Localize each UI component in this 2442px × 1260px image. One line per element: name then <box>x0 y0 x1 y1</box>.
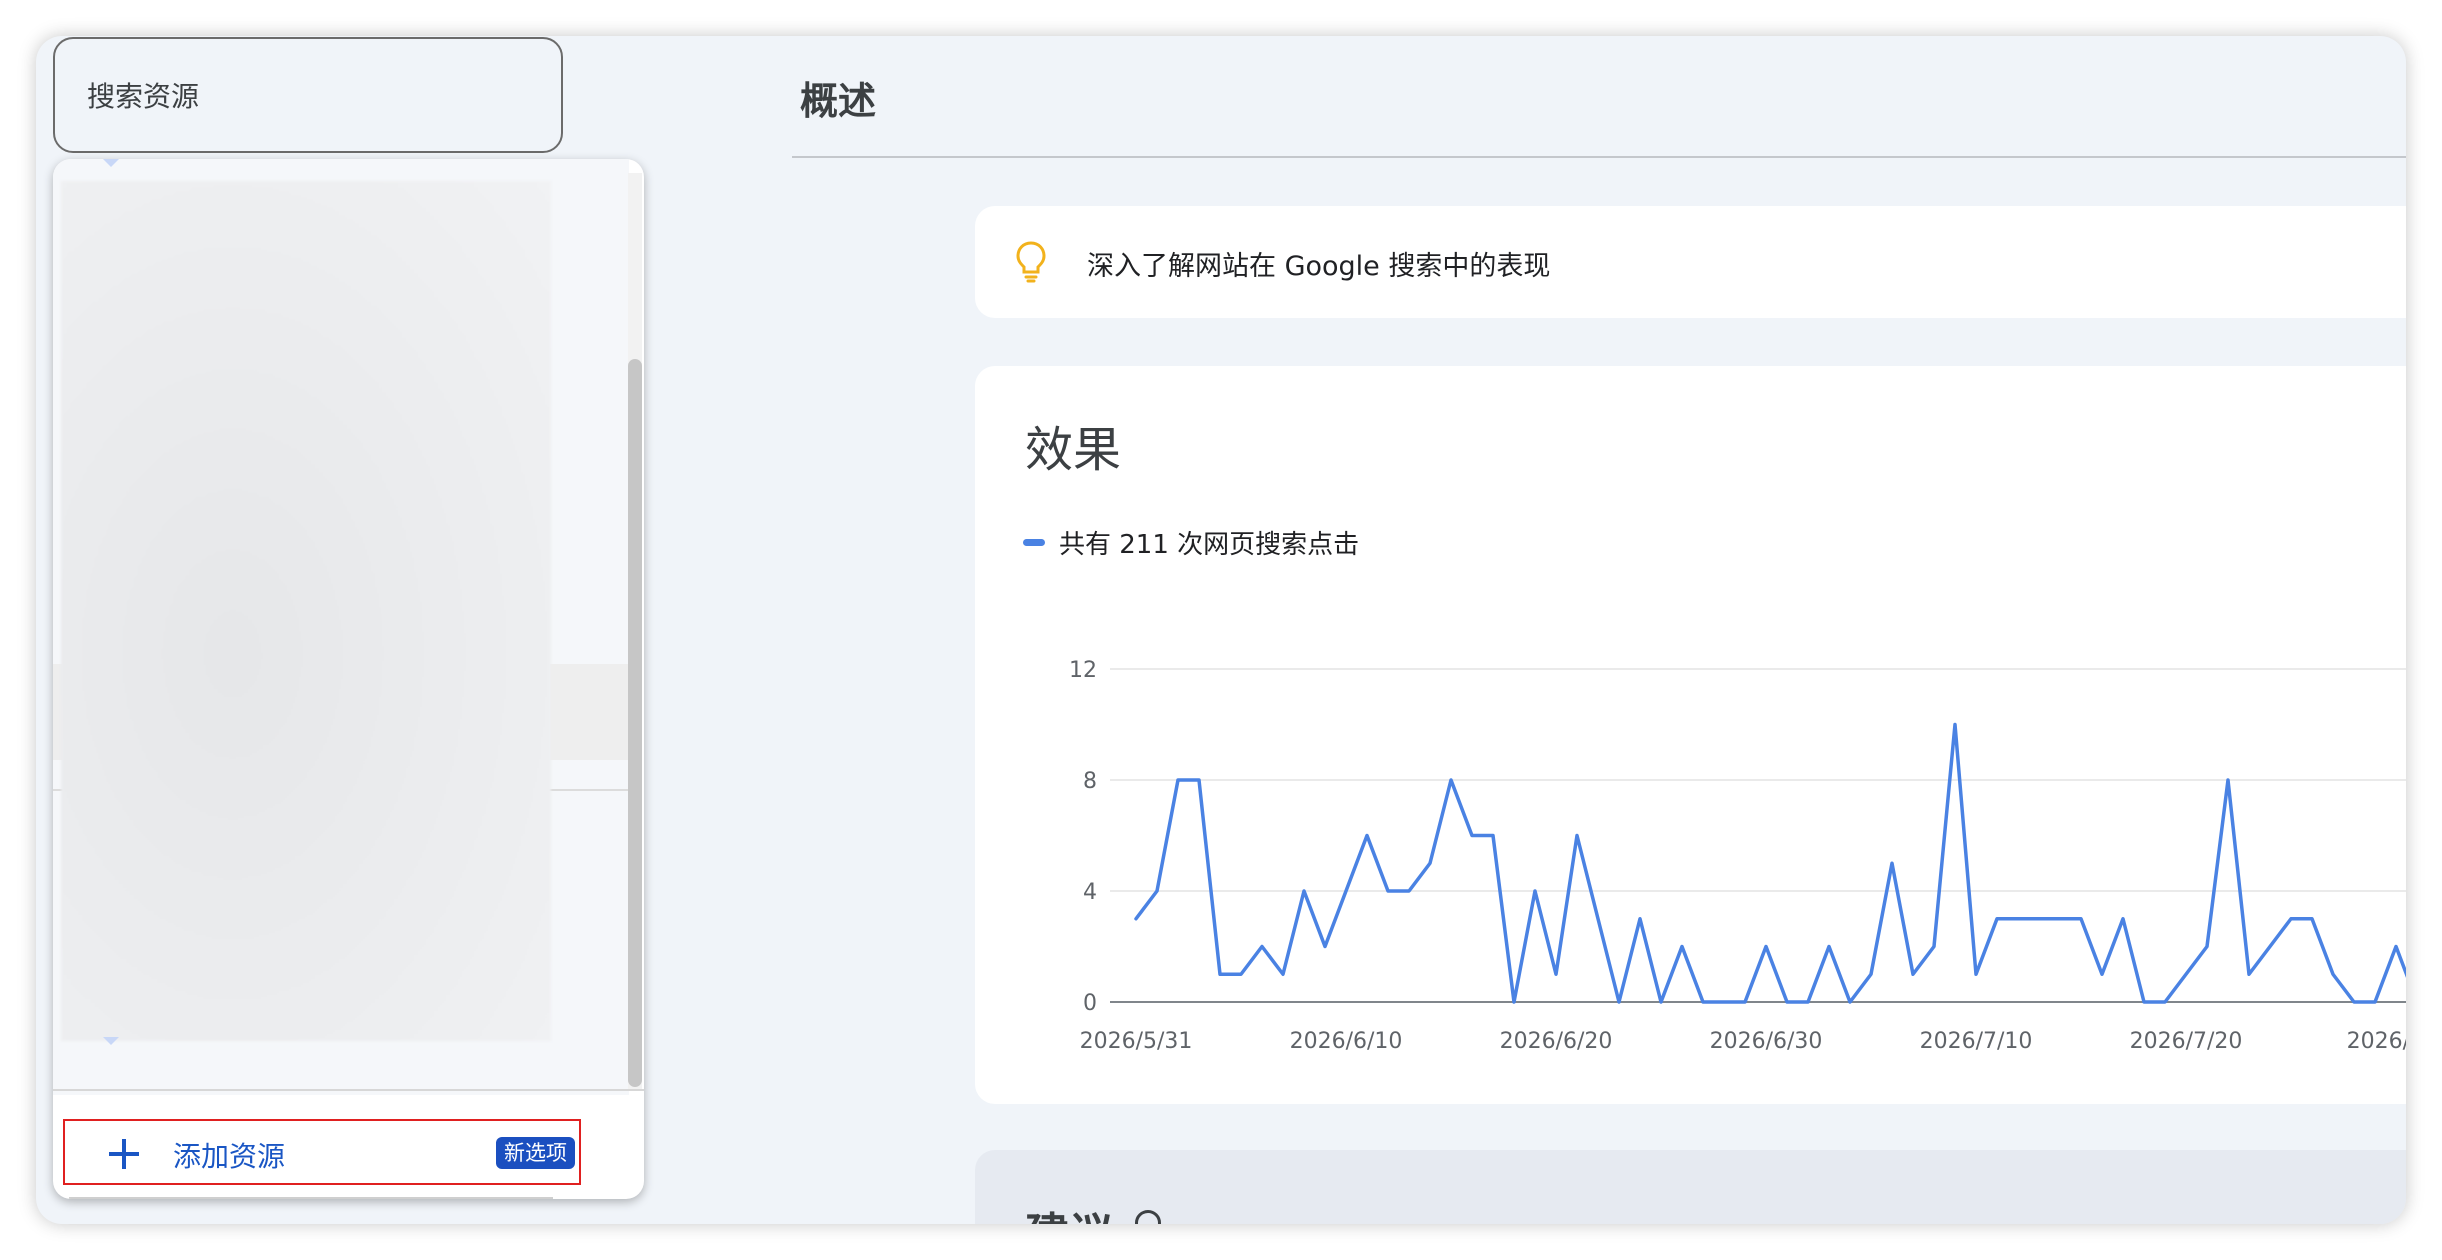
y-tick-label: 12 <box>1069 658 1097 683</box>
dropdown-footer-divider <box>53 1089 644 1091</box>
clicks-line-chart[interactable]: 0 4 8 12 2026/5/31 2026/6/10 2026/6/20 2026/6/3… <box>975 366 2406 1104</box>
clicks-series-line[interactable] <box>1134 722 2406 1004</box>
scroll-down-indicator-icon <box>103 1037 119 1045</box>
scroll-up-indicator-icon <box>103 159 119 167</box>
y-tick-label: 0 <box>1083 991 1097 1016</box>
scrollbar-thumb[interactable] <box>628 359 642 1087</box>
title-divider <box>792 156 2406 158</box>
recommendations-card: 建议 <box>975 1150 2406 1224</box>
y-tick-label: 4 <box>1083 880 1097 905</box>
x-tick-label: 2026/6/10 <box>1290 1029 1403 1054</box>
resource-search-input[interactable]: 搜索资源 <box>53 37 563 153</box>
y-tick-label: 8 <box>1083 769 1097 794</box>
new-badge: 新选项 <box>496 1137 575 1169</box>
blurred-resource-list <box>61 181 551 1041</box>
insight-card[interactable]: 深入了解网站在 Google 搜索中的表现 <box>975 206 2406 318</box>
x-tick-label: 2026/7/10 <box>1920 1029 2033 1054</box>
plus-icon <box>109 1139 139 1169</box>
lightbulb-icon <box>1016 241 1046 283</box>
recommendations-title: 建议 <box>1025 1198 1113 1224</box>
add-resource-label: 添加资源 <box>173 1140 286 1173</box>
x-tick-label: 2026/6/20 <box>1500 1029 1613 1054</box>
dropdown-bottom-divider <box>69 1197 553 1199</box>
search-placeholder: 搜索资源 <box>87 80 200 113</box>
help-icon[interactable] <box>1135 1210 1161 1224</box>
x-tick-label: 2026/6/30 <box>1710 1029 1823 1054</box>
resource-dropdown: 添加资源 新选项 <box>53 159 644 1199</box>
performance-card: 效果 共有 211 次网页搜索点击 0 4 8 12 2026/5/31 2026/6/1… <box>975 366 2406 1104</box>
app-window: 搜索资源 添加资源 新选项 概述 深入了解网站在 Google 搜索中的表现 效… <box>36 36 2406 1224</box>
insight-text: 深入了解网站在 Google 搜索中的表现 <box>1087 251 1551 282</box>
x-tick-label: 2026/5/31 <box>1080 1029 1193 1054</box>
x-tick-label: 2026/7/20 <box>2130 1029 2243 1054</box>
x-tick-label: 2026/7/3 <box>2347 1029 2406 1054</box>
page-title: 概述 <box>800 79 877 123</box>
add-resource-button[interactable]: 添加资源 新选项 <box>63 1119 581 1185</box>
